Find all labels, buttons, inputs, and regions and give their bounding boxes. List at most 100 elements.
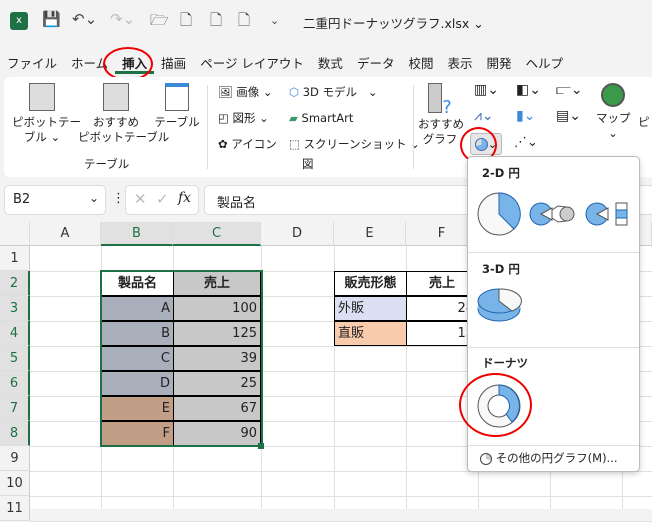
smartart-label: SmartArt bbox=[301, 111, 354, 125]
formula-value: 製品名 bbox=[217, 196, 257, 211]
icons-button[interactable]: ✿ アイコン bbox=[218, 137, 277, 152]
pivot-chart-button[interactable]: ピ bbox=[638, 115, 650, 130]
section-donut: ドーナツ bbox=[482, 356, 528, 370]
row-header-7[interactable]: 7 bbox=[0, 396, 30, 421]
row-header-4[interactable]: 4 bbox=[0, 321, 30, 346]
group-label-figures: 図 bbox=[302, 157, 314, 171]
divider bbox=[207, 85, 208, 169]
sales-type-cell[interactable]: 直販 bbox=[334, 321, 407, 346]
header-sales-type[interactable]: 販売形態 bbox=[334, 271, 407, 296]
3d-pie-option[interactable] bbox=[474, 287, 524, 327]
name-box[interactable]: B2 ⌄ bbox=[4, 185, 106, 215]
row-header-6[interactable]: 6 bbox=[0, 371, 30, 396]
file-name: 二重円ドーナッツグラフ.xlsx bbox=[303, 16, 470, 31]
more-pie-charts-item[interactable]: その他の円グラフ(M)... bbox=[480, 450, 618, 466]
pivot-label-2: ブル ⌄ bbox=[23, 130, 61, 144]
row-header-3[interactable]: 3 bbox=[0, 296, 30, 321]
table-button[interactable]: テーブル bbox=[154, 83, 200, 130]
section-2d-pie: 2-D 円 bbox=[482, 166, 520, 180]
enter-icon[interactable]: ✓ bbox=[156, 190, 169, 208]
row-header-5[interactable]: 5 bbox=[0, 346, 30, 371]
more-pie-label: その他の円グラフ(M)... bbox=[495, 451, 618, 465]
row-header-8[interactable]: 8 bbox=[0, 421, 30, 446]
cancel-icon[interactable]: ✕ bbox=[134, 190, 147, 208]
hierarchy-chart-button[interactable]: ◧⌄ bbox=[516, 83, 541, 98]
tab-data[interactable]: データ bbox=[350, 50, 402, 74]
pie-of-pie-option[interactable] bbox=[528, 199, 578, 229]
3d-model-label: 3D モデル bbox=[302, 85, 358, 99]
pivot-label-1: ピボットテー bbox=[12, 115, 81, 129]
combo-chart-button[interactable]: ▤⌄ bbox=[556, 109, 581, 124]
tab-review[interactable]: 校閲 bbox=[401, 50, 440, 74]
redo-icon[interactable]: ↷⌄ bbox=[110, 10, 135, 28]
tab-file[interactable]: ファイル bbox=[0, 50, 64, 74]
row-header-1[interactable]: 1 bbox=[0, 246, 30, 271]
recommended-chart-icon bbox=[428, 83, 443, 113]
line-chart-button[interactable]: ⩘⌄ bbox=[474, 109, 494, 124]
ribbon-tabs: ファイル ホーム 挿入 描画 ページ レイアウト 数式 データ 校閲 表示 開発… bbox=[0, 50, 570, 74]
pie-chart-option[interactable] bbox=[474, 189, 524, 239]
waterfall-chart-button[interactable]: ⫍⌄ bbox=[556, 83, 583, 98]
column-header-C[interactable]: C bbox=[173, 222, 261, 246]
divider bbox=[413, 85, 414, 169]
rec-chart-label-1: おすすめ bbox=[418, 117, 464, 131]
group-label-table: テーブル bbox=[84, 157, 130, 171]
divider bbox=[468, 252, 639, 253]
shapes-button[interactable]: ◰ 図形 ⌄ bbox=[218, 111, 269, 126]
icons-label: アイコン bbox=[231, 137, 277, 151]
recommended-pivot-button[interactable]: おすすめ ピボットテーブル bbox=[78, 83, 169, 145]
tab-formulas[interactable]: 数式 bbox=[311, 50, 350, 74]
globe-icon bbox=[601, 83, 625, 107]
smartart-button[interactable]: ▰ SmartArt bbox=[289, 111, 353, 126]
print-preview-icon[interactable]: 🗋 bbox=[180, 10, 192, 35]
gridline bbox=[30, 496, 652, 497]
customize-qat-icon[interactable]: ⌄ bbox=[270, 14, 279, 27]
chevron-down-icon: ⌄ bbox=[88, 191, 99, 205]
pie-icon bbox=[480, 452, 492, 465]
image-button[interactable]: 🖼 画像 ⌄ bbox=[218, 85, 273, 100]
pivot-table-icon bbox=[29, 83, 55, 111]
section-3d-pie: 3-D 円 bbox=[482, 262, 520, 276]
table-label: テーブル bbox=[154, 115, 200, 129]
more-icon[interactable]: ⋮ bbox=[112, 191, 125, 206]
column-header-B[interactable]: B bbox=[101, 222, 173, 246]
print-icon[interactable]: 🗋 bbox=[238, 10, 250, 35]
fill-handle[interactable] bbox=[258, 443, 264, 449]
file-title[interactable]: 二重円ドーナッツグラフ.xlsx ⌄ bbox=[303, 13, 484, 32]
divider bbox=[468, 347, 639, 348]
table-icon bbox=[165, 83, 189, 111]
undo-icon[interactable]: ↶⌄ bbox=[72, 10, 97, 28]
tab-view[interactable]: 表示 bbox=[440, 50, 479, 74]
bar-of-pie-option[interactable] bbox=[584, 199, 636, 229]
3d-model-button[interactable]: ⬡ 3D モデル ⌄ bbox=[289, 85, 378, 100]
statistic-chart-button[interactable]: ▮⌄ bbox=[516, 109, 535, 124]
new-file-icon[interactable]: 🗋 bbox=[210, 10, 222, 35]
row-header-2[interactable]: 2 bbox=[0, 271, 30, 296]
screenshot-button[interactable]: ⬚ スクリーンショット ⌄ bbox=[289, 137, 420, 152]
tab-developer[interactable]: 開発 bbox=[479, 50, 518, 74]
select-all[interactable] bbox=[0, 222, 30, 246]
column-chart-button[interactable]: ▥⌄ bbox=[474, 83, 499, 98]
rec-pivot-label-2: ピボットテーブル bbox=[78, 130, 170, 144]
save-icon[interactable]: 💾 bbox=[42, 10, 61, 28]
sales-type-cell[interactable]: 外販 bbox=[334, 296, 407, 321]
recommended-charts-button[interactable]: ? おすすめ グラフ bbox=[418, 83, 464, 147]
image-label: 画像 bbox=[236, 85, 260, 99]
open-folder-icon[interactable]: 🗁 bbox=[150, 10, 169, 35]
pivot-table-button[interactable]: ピボットテー ブル ⌄ bbox=[12, 83, 81, 145]
selection-border bbox=[100, 270, 263, 447]
tab-draw[interactable]: 描画 bbox=[154, 50, 193, 74]
column-header-A[interactable]: A bbox=[30, 222, 101, 246]
cube-icon: ⬡ bbox=[289, 85, 300, 99]
column-header-E[interactable]: E bbox=[334, 222, 406, 246]
divider bbox=[468, 445, 639, 446]
scatter-chart-button[interactable]: ⋰⌄ bbox=[514, 135, 538, 150]
map-button[interactable]: マップ ⌄ bbox=[596, 83, 631, 141]
tab-page-layout[interactable]: ページ レイアウト bbox=[193, 50, 311, 74]
insert-function-icon[interactable]: fx bbox=[178, 190, 191, 206]
column-header-D[interactable]: D bbox=[261, 222, 334, 246]
tab-help[interactable]: ヘルプ bbox=[519, 50, 571, 74]
recommended-pivot-icon bbox=[103, 83, 129, 111]
row-header-10[interactable]: 10 bbox=[0, 471, 30, 496]
row-header-9[interactable]: 9 bbox=[0, 446, 30, 471]
